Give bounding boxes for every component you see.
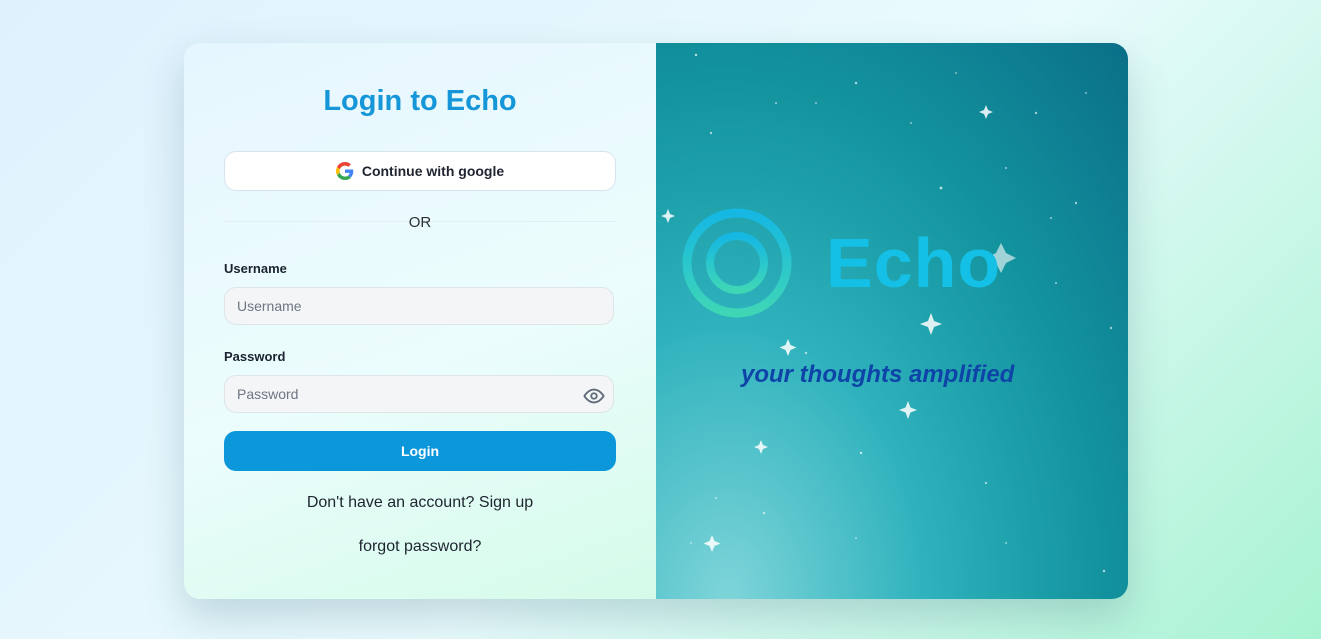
login-panel: Login to Echo Continue with google OR Us… <box>184 43 656 599</box>
password-input[interactable] <box>224 375 614 413</box>
signup-link[interactable]: Don't have an account? Sign up <box>184 494 656 512</box>
brand-name: Echo <box>826 224 1002 302</box>
echo-logo-icon <box>680 206 794 320</box>
username-label: Username <box>224 261 287 276</box>
brand-panel: Echo your thoughts amplified <box>656 43 1128 599</box>
google-login-button[interactable]: Continue with google <box>224 151 616 191</box>
password-label: Password <box>224 349 286 364</box>
or-separator: OR <box>408 214 432 231</box>
sparkle-background <box>661 53 1113 573</box>
brand-tagline: your thoughts amplified <box>741 361 1015 388</box>
login-card: Login to Echo Continue with google OR Us… <box>184 43 1128 599</box>
username-input[interactable] <box>224 287 614 325</box>
google-button-label: Continue with google <box>361 163 505 179</box>
page-title: Login to Echo <box>323 85 517 117</box>
login-button[interactable]: Login <box>224 431 616 471</box>
google-icon <box>335 162 354 180</box>
forgot-password-link[interactable]: forgot password? <box>184 538 656 556</box>
eye-icon[interactable] <box>583 385 605 407</box>
